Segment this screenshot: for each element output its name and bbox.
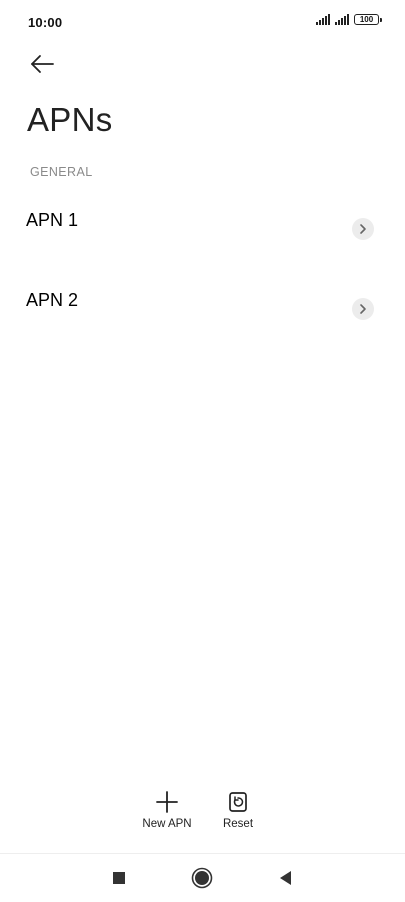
back-button[interactable] <box>28 50 60 78</box>
back-nav-button[interactable] <box>273 866 297 890</box>
signal-icon <box>316 14 330 25</box>
home-button[interactable] <box>190 866 214 890</box>
apn-item-2[interactable]: APN 2 <box>0 290 405 350</box>
chevron-right-icon <box>352 218 374 240</box>
signal-icon-2 <box>335 14 349 25</box>
page-title: APNs <box>27 101 113 138</box>
status-time: 10:00 <box>28 15 63 30</box>
arrow-left-icon <box>31 55 54 73</box>
reset-button[interactable]: Reset <box>218 790 258 830</box>
status-icons: 100 <box>316 14 382 25</box>
new-apn-label: New APN <box>142 818 192 830</box>
triangle-left-icon <box>280 871 291 885</box>
reset-label: Reset <box>222 818 254 830</box>
chevron-right-icon <box>352 298 374 320</box>
recents-button[interactable] <box>107 866 131 890</box>
apn-name: APN 2 <box>26 290 79 310</box>
apn-name: APN 1 <box>26 210 79 230</box>
circle-icon <box>191 867 213 889</box>
new-apn-button[interactable]: New APN <box>140 790 194 830</box>
apn-item-1[interactable]: APN 1 <box>0 210 405 270</box>
square-icon <box>113 872 125 884</box>
battery-level: 100 <box>359 14 374 24</box>
status-bar: 10:00 100 <box>0 0 405 44</box>
section-header-general: GENERAL <box>30 165 93 179</box>
reset-icon <box>229 792 247 812</box>
plus-icon <box>156 791 178 813</box>
battery-icon: 100 <box>354 14 382 25</box>
bottom-action-bar: New APN Reset <box>0 790 405 840</box>
system-nav-bar <box>0 854 405 902</box>
